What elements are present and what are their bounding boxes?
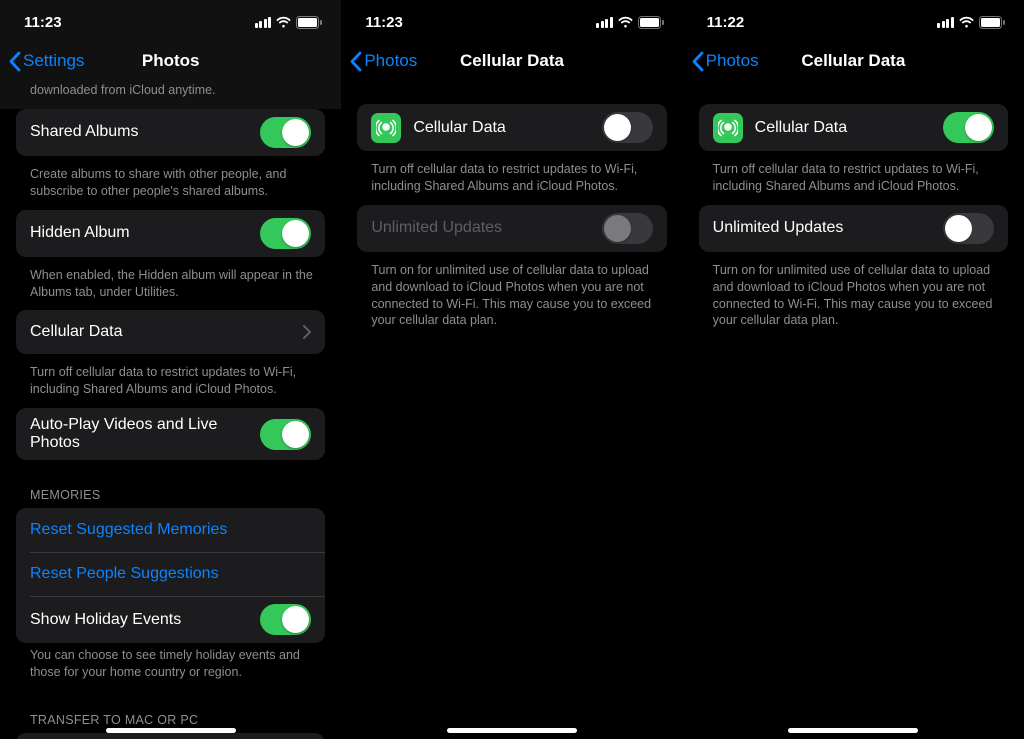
cellular-data-footer: Turn off cellular data to restrict updat… (683, 157, 1024, 205)
battery-icon (296, 16, 323, 29)
show-holiday-toggle[interactable] (260, 604, 311, 635)
unlimited-updates-toggle (602, 213, 653, 244)
antenna-icon (371, 113, 401, 143)
cellular-data-row[interactable]: Cellular Data (16, 310, 325, 354)
status-indicators (937, 16, 1006, 29)
chevron-left-icon (349, 51, 362, 72)
back-button[interactable]: Photos (691, 51, 759, 72)
cellular-data-footer: Turn off cellular data to restrict updat… (0, 360, 341, 408)
page-title: Photos (142, 51, 200, 71)
home-indicator[interactable] (788, 728, 918, 733)
status-indicators (255, 16, 324, 29)
cellular-signal-icon (255, 17, 272, 28)
unlimited-updates-label: Unlimited Updates (371, 219, 601, 237)
chevron-left-icon (8, 51, 21, 72)
settings-content: Shared Albums Create albums to share wit… (0, 109, 341, 739)
status-time: 11:23 (365, 14, 403, 31)
status-time: 11:23 (24, 14, 62, 31)
cellular-data-toggle[interactable] (602, 112, 653, 143)
transfer-header: TRANSFER TO MAC OR PC (0, 691, 341, 733)
show-holiday-label: Show Holiday Events (30, 611, 260, 629)
page-title: Cellular Data (460, 51, 564, 71)
show-holiday-row[interactable]: Show Holiday Events (16, 596, 325, 643)
cellular-signal-icon (596, 17, 613, 28)
wifi-icon (617, 16, 634, 28)
status-time: 11:22 (707, 14, 745, 31)
back-button[interactable]: Settings (8, 51, 84, 72)
cellular-data-toggle[interactable] (943, 112, 994, 143)
chevron-left-icon (691, 51, 704, 72)
home-indicator[interactable] (447, 728, 577, 733)
status-bar: 11:23 (0, 0, 341, 44)
nav-bar: Photos Cellular Data (683, 44, 1024, 78)
antenna-icon (713, 113, 743, 143)
status-bar: 11:23 (341, 0, 682, 44)
unlimited-updates-row[interactable]: Unlimited Updates (699, 205, 1008, 252)
phone-screen-cellular-off: 11:23 Photos Cellular Data Cellular Data… (341, 0, 682, 739)
hidden-album-footer: When enabled, the Hidden album will appe… (0, 263, 341, 311)
chevron-right-icon (303, 325, 311, 339)
autoplay-toggle[interactable] (260, 419, 311, 450)
unlimited-updates-footer: Turn on for unlimited use of cellular da… (341, 258, 682, 340)
hidden-album-row[interactable]: Hidden Album (16, 210, 325, 257)
nav-bar: Settings Photos (0, 44, 341, 78)
previous-section-footer: downloaded from iCloud anytime. (0, 78, 341, 109)
phone-screen-photos: 11:23 Settings Photos downloaded from iC… (0, 0, 341, 739)
shared-albums-row[interactable]: Shared Albums (16, 109, 325, 156)
memories-header: MEMORIES (0, 466, 341, 508)
status-indicators (596, 16, 665, 29)
unlimited-updates-label: Unlimited Updates (713, 219, 943, 237)
battery-icon (979, 16, 1006, 29)
back-label: Photos (706, 51, 759, 71)
hidden-album-label: Hidden Album (30, 224, 260, 242)
battery-icon (638, 16, 665, 29)
reset-people-label: Reset People Suggestions (30, 565, 311, 583)
hidden-album-toggle[interactable] (260, 218, 311, 249)
cellular-data-label: Cellular Data (30, 323, 303, 341)
autoplay-row[interactable]: Auto-Play Videos and Live Photos (16, 408, 325, 460)
show-holiday-footer: You can choose to see timely holiday eve… (0, 643, 341, 691)
back-button[interactable]: Photos (349, 51, 417, 72)
reset-memories-row[interactable]: Reset Suggested Memories (16, 508, 325, 552)
reset-people-row[interactable]: Reset People Suggestions (16, 552, 325, 596)
cellular-data-row[interactable]: Cellular Data (357, 104, 666, 151)
page-title: Cellular Data (801, 51, 905, 71)
back-label: Photos (364, 51, 417, 71)
cellular-data-label: Cellular Data (413, 119, 601, 137)
cellular-data-footer: Turn off cellular data to restrict updat… (341, 157, 682, 205)
reset-memories-label: Reset Suggested Memories (30, 521, 311, 539)
unlimited-updates-row: Unlimited Updates (357, 205, 666, 252)
shared-albums-footer: Create albums to share with other people… (0, 162, 341, 210)
settings-content: Cellular Data Turn off cellular data to … (683, 78, 1024, 339)
wifi-icon (275, 16, 292, 28)
status-bar: 11:22 (683, 0, 1024, 44)
unlimited-updates-toggle[interactable] (943, 213, 994, 244)
back-label: Settings (23, 51, 84, 71)
settings-content: Cellular Data Turn off cellular data to … (341, 78, 682, 339)
nav-bar: Photos Cellular Data (341, 44, 682, 78)
cellular-data-row[interactable]: Cellular Data (699, 104, 1008, 151)
unlimited-updates-footer: Turn on for unlimited use of cellular da… (683, 258, 1024, 340)
home-indicator[interactable] (106, 728, 236, 733)
wifi-icon (958, 16, 975, 28)
automatic-row[interactable]: Automatic (16, 733, 325, 739)
cellular-signal-icon (937, 17, 954, 28)
cellular-data-label: Cellular Data (755, 119, 943, 137)
phone-screen-cellular-on: 11:22 Photos Cellular Data Cellular Data… (683, 0, 1024, 739)
autoplay-label: Auto-Play Videos and Live Photos (30, 416, 260, 452)
shared-albums-label: Shared Albums (30, 123, 260, 141)
shared-albums-toggle[interactable] (260, 117, 311, 148)
